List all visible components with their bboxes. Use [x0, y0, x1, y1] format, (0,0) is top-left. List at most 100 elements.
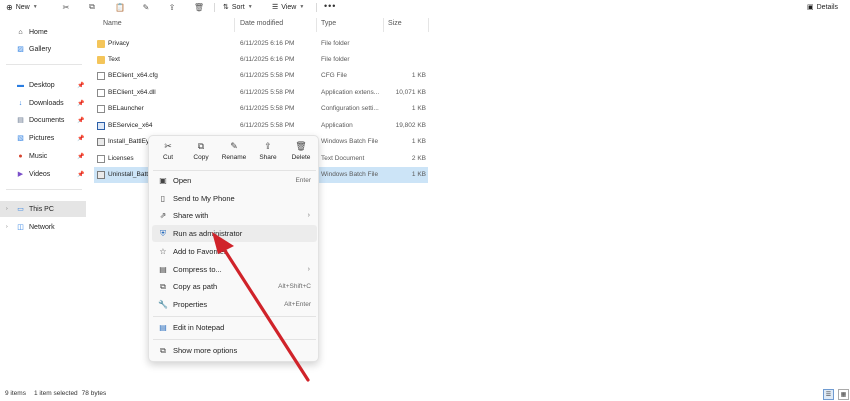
- sidebar-item-videos[interactable]: ▶ Videos 📌: [0, 166, 86, 182]
- sidebar-item-label: Documents: [29, 116, 65, 124]
- column-divider[interactable]: [428, 18, 429, 32]
- file-row[interactable]: Privacy 6/11/2025 6:16 PM File folder: [94, 36, 428, 52]
- menu-item-edit-in-notepad[interactable]: ▤ Edit in Notepad: [152, 319, 317, 336]
- file-size: 19,802 KB: [395, 122, 426, 129]
- phone-icon: ▯: [160, 194, 166, 203]
- chevron-right-icon[interactable]: ›: [6, 206, 8, 212]
- paste-icon[interactable]: 📋: [114, 1, 126, 13]
- menu-item-label: Send to My Phone: [173, 194, 235, 203]
- tiles-view-icon[interactable]: ▦: [838, 389, 849, 400]
- plus-circle-icon: ⊕: [6, 2, 13, 12]
- chevron-down-icon: ▼: [32, 4, 38, 10]
- sidebar-item-desktop[interactable]: ▬ Desktop 📌: [0, 77, 86, 93]
- pin-icon[interactable]: 📌: [77, 153, 84, 160]
- menu-item-run-as-admin[interactable]: ⛨ Run as administrator: [152, 225, 317, 242]
- file-name: BEClient_x64.dll: [108, 89, 156, 96]
- column-header-type[interactable]: Type: [321, 20, 336, 32]
- copy-button[interactable]: ⧉ Copy: [186, 140, 216, 166]
- view-toggle: ☰ ▦: [823, 389, 849, 400]
- menu-item-show-more-options[interactable]: ⧉ Show more options: [152, 342, 317, 359]
- details-pane-icon: ▣: [807, 4, 814, 11]
- column-divider[interactable]: [234, 18, 235, 32]
- column-header-size[interactable]: Size: [388, 20, 402, 32]
- column-header-date[interactable]: Date modified: [240, 20, 283, 32]
- sidebar-item-documents[interactable]: ▤ Documents 📌: [0, 112, 86, 128]
- column-divider[interactable]: [316, 18, 317, 32]
- chevron-right-icon[interactable]: ›: [6, 224, 8, 230]
- pin-icon[interactable]: 📌: [77, 100, 84, 107]
- sidebar-item-this-pc[interactable]: › ▭ This PC: [0, 201, 86, 217]
- view-button[interactable]: ☰ View ▼: [272, 1, 304, 13]
- menu-item-properties[interactable]: 🔧 Properties Alt+Enter: [152, 296, 317, 313]
- sidebar-item-label: Music: [29, 152, 48, 160]
- menu-item-label: Open: [173, 176, 192, 185]
- menu-item-send-to-phone[interactable]: ▯ Send to My Phone: [152, 190, 317, 207]
- menu-divider: [153, 316, 316, 317]
- sort-button[interactable]: ⇅ Sort ▼: [223, 1, 253, 13]
- status-selected-size: 78 bytes: [81, 390, 107, 397]
- file-row[interactable]: BEClient_x64.cfg 6/11/2025 5:58 PM CFG F…: [94, 68, 428, 84]
- details-pane-button[interactable]: ▣ Details: [807, 1, 838, 13]
- menu-item-add-to-favorites[interactable]: ☆ Add to Favorites: [152, 243, 317, 260]
- file-date: 6/11/2025 6:16 PM: [240, 40, 295, 47]
- column-header-name[interactable]: Name: [103, 20, 122, 32]
- sidebar-item-gallery[interactable]: ▨ Gallery: [0, 41, 86, 57]
- cut-icon[interactable]: ✂: [60, 1, 72, 13]
- file-name: BELauncher: [108, 105, 144, 112]
- cut-button[interactable]: ✂ Cut: [153, 140, 183, 166]
- pin-icon[interactable]: 📌: [77, 82, 84, 89]
- details-label: Details: [816, 3, 839, 11]
- file-size: 1 KB: [411, 171, 426, 178]
- menu-item-share-with[interactable]: ⇗ Share with ›: [152, 207, 317, 224]
- sidebar-item-pictures[interactable]: ▧ Pictures 📌: [0, 130, 86, 146]
- share-icon[interactable]: ⇪: [166, 1, 178, 13]
- sidebar-item-network[interactable]: › ◫ Network: [0, 219, 86, 235]
- chevron-right-icon: ›: [307, 266, 310, 273]
- file-row[interactable]: BELauncher 6/11/2025 5:58 PM Configurati…: [94, 101, 428, 117]
- menu-item-open[interactable]: ▣ Open Enter: [152, 172, 317, 189]
- file-type: File folder: [321, 40, 350, 47]
- file-size: 2 KB: [411, 155, 426, 162]
- zip-icon: ▤: [159, 265, 167, 274]
- sidebar-item-label: Pictures: [29, 134, 55, 142]
- command-bar: ⊕ New ▼ ✂ ⧉ 📋 ✎ ⇪ 🗑 ⇅ Sort ▼ ☰ View ▼ ••…: [0, 0, 850, 14]
- more-options-button[interactable]: •••: [324, 1, 336, 13]
- copy-icon[interactable]: ⧉: [86, 1, 98, 13]
- trash-icon[interactable]: 🗑: [193, 1, 205, 13]
- copy-label: Copy: [193, 154, 209, 161]
- new-button[interactable]: ⊕ New ▼: [6, 1, 38, 13]
- file-row[interactable]: BEClient_x64.dll 6/11/2025 5:58 PM Appli…: [94, 85, 428, 101]
- sidebar-item-label: Home: [29, 28, 48, 36]
- pin-icon[interactable]: 📌: [77, 117, 84, 124]
- toolbar-divider: [214, 3, 215, 12]
- menu-item-label: Share with: [173, 211, 209, 220]
- sidebar-item-home[interactable]: ⌂ Home: [0, 24, 86, 40]
- file-size: 1 KB: [411, 105, 426, 112]
- desktop-icon: ▬: [17, 81, 24, 89]
- share-icon: ⇪: [264, 141, 272, 151]
- file-type: Windows Batch File: [321, 171, 379, 178]
- share-button[interactable]: ⇪ Share: [253, 140, 283, 166]
- details-view-icon[interactable]: ☰: [823, 389, 834, 400]
- share-label: Share: [259, 154, 277, 161]
- rename-button[interactable]: ✎ Rename: [219, 140, 249, 166]
- status-selected: 1 item selected: [33, 390, 78, 397]
- menu-item-label: Copy as path: [173, 282, 218, 291]
- menu-item-copy-as-path[interactable]: ⧉ Copy as path Alt+Shift+C: [152, 278, 317, 295]
- delete-button[interactable]: 🗑 Delete: [286, 140, 316, 166]
- pin-icon[interactable]: 📌: [77, 135, 84, 142]
- view-label: View: [281, 3, 297, 11]
- new-label: New: [15, 3, 30, 11]
- menu-item-shortcut: Alt+Enter: [284, 301, 311, 308]
- sidebar-item-downloads[interactable]: ↓ Downloads 📌: [0, 95, 86, 111]
- file-row[interactable]: BEService_x64 6/11/2025 5:58 PM Applicat…: [94, 118, 428, 134]
- column-divider[interactable]: [383, 18, 384, 32]
- menu-item-compress[interactable]: ▤ Compress to... ›: [152, 261, 317, 278]
- sidebar-item-music[interactable]: ● Music 📌: [0, 148, 86, 164]
- file-type: Application: [321, 122, 353, 129]
- rename-icon[interactable]: ✎: [140, 1, 152, 13]
- file-row[interactable]: Text 6/11/2025 6:16 PM File folder: [94, 52, 428, 68]
- batch-file-icon: [97, 138, 105, 146]
- pc-icon: ▭: [17, 206, 24, 213]
- pin-icon[interactable]: 📌: [77, 171, 84, 178]
